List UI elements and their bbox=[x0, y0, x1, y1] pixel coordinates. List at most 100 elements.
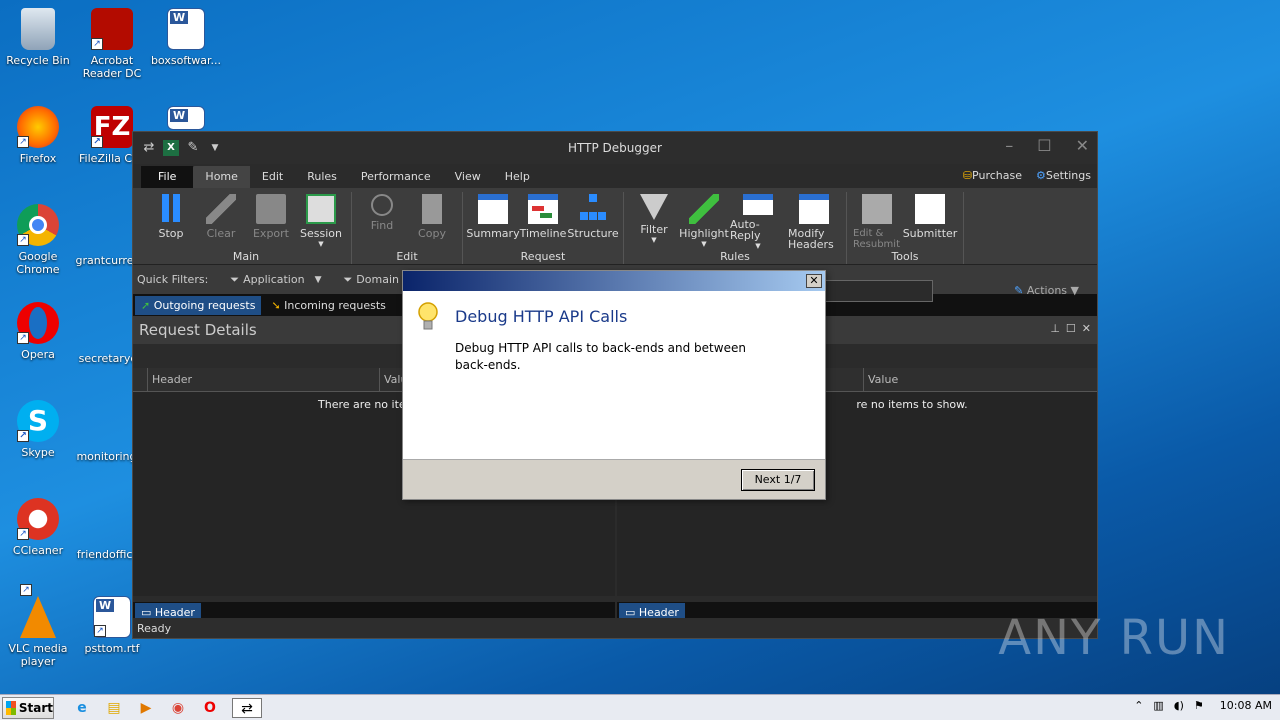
submitter-button[interactable]: Submitter bbox=[903, 192, 957, 252]
timeline-button[interactable]: Timeline bbox=[519, 192, 567, 252]
ribbon-group-label: Tools bbox=[891, 250, 919, 263]
copy-button[interactable]: Copy bbox=[408, 192, 456, 252]
find-button[interactable]: Find bbox=[358, 192, 406, 252]
filter-button[interactable]: Filter ▼ bbox=[630, 192, 678, 252]
submitter-icon bbox=[915, 194, 945, 224]
http-debugger-task-icon[interactable]: ⇄ bbox=[232, 697, 262, 718]
search-input[interactable] bbox=[823, 280, 933, 302]
menu-file[interactable]: File bbox=[141, 166, 194, 188]
minimize-icon[interactable]: – bbox=[1005, 136, 1013, 155]
purchase-label: Purchase bbox=[972, 169, 1022, 182]
desktop-icon-ccleaner[interactable]: ↗ CCleaner bbox=[0, 498, 76, 557]
edit-resubmit-icon bbox=[862, 194, 892, 224]
maximize-icon[interactable]: ☐ bbox=[1037, 136, 1051, 155]
word-doc-icon: W bbox=[167, 106, 205, 130]
firefox-icon: ↗ bbox=[17, 106, 59, 148]
tab-home[interactable]: Home bbox=[193, 166, 250, 188]
desktop-icon-vlc[interactable]: ↗ VLC media player bbox=[0, 584, 76, 668]
tab-view[interactable]: View bbox=[443, 166, 493, 188]
session-button[interactable]: Session ▼ bbox=[297, 192, 345, 252]
ribbon-group-main: Stop Clear Export Session ▼ Main bbox=[141, 192, 352, 264]
taskbar-pinned: e ▤ ▶ ◉ O ⇄ bbox=[72, 697, 262, 718]
opera-icon: ↗ bbox=[17, 302, 59, 344]
network-icon[interactable]: ▥ bbox=[1153, 699, 1163, 712]
word-doc-icon: W bbox=[167, 8, 205, 50]
filter-icon: ⏷ bbox=[343, 272, 353, 286]
explorer-icon[interactable]: ▤ bbox=[104, 698, 124, 718]
tab-edit[interactable]: Edit bbox=[250, 166, 295, 188]
domain-filter-dropdown[interactable]: ⏷ Domain bbox=[343, 273, 399, 287]
desktop-icon-recycle-bin[interactable]: Recycle Bin bbox=[0, 8, 76, 67]
opera-icon[interactable]: O bbox=[200, 698, 220, 718]
desktop-icon-label: grantcurren bbox=[75, 254, 141, 267]
tab-performance[interactable]: Performance bbox=[349, 166, 443, 188]
modify-headers-button[interactable]: Modify Headers bbox=[788, 192, 840, 252]
summary-label: Summary bbox=[466, 227, 520, 240]
start-label: Start bbox=[18, 700, 53, 715]
column-header-value[interactable]: Value bbox=[863, 367, 1097, 392]
vlc-icon: ↗ bbox=[20, 584, 56, 638]
purchase-button[interactable]: ⛁Purchase bbox=[963, 169, 1022, 182]
filter-icon bbox=[640, 194, 668, 220]
summary-icon bbox=[478, 194, 508, 224]
taskbar: Start e ▤ ▶ ◉ O ⇄ ⌃ ▥ ◖) ⚑ 10:08 AM bbox=[0, 694, 1280, 720]
settings-button[interactable]: ⚙Settings bbox=[1036, 169, 1091, 182]
next-button[interactable]: Next 1/7 bbox=[741, 469, 815, 491]
close-icon[interactable]: ✕ bbox=[1076, 136, 1089, 155]
desktop-icon-boxsoftware[interactable]: W boxsoftwar... bbox=[148, 8, 224, 67]
maximize-icon[interactable]: ☐ bbox=[1066, 322, 1076, 335]
column-header-header[interactable]: Header bbox=[147, 367, 379, 392]
structure-button[interactable]: Structure bbox=[567, 192, 619, 252]
application-filter-dropdown[interactable]: ⏷ Application ▼ bbox=[230, 273, 321, 287]
dialog-close-button[interactable]: ✕ bbox=[806, 274, 822, 288]
actions-button[interactable]: ✎ Actions ▼ bbox=[1014, 284, 1079, 297]
desktop-icon-label: VLC media player bbox=[8, 642, 68, 668]
desktop-icon-label: friendoffice bbox=[76, 548, 140, 561]
gear-icon: ⚙ bbox=[1036, 169, 1046, 182]
highlight-button[interactable]: Highlight ▼ bbox=[679, 192, 729, 252]
submitter-label: Submitter bbox=[902, 227, 958, 240]
clock[interactable]: 10:08 AM bbox=[1220, 699, 1272, 712]
desktop-icon-opera[interactable]: ↗ Opera bbox=[0, 302, 76, 361]
volume-icon[interactable]: ◖) bbox=[1174, 699, 1184, 712]
clear-button[interactable]: Clear bbox=[197, 192, 245, 252]
export-button[interactable]: Export bbox=[247, 192, 295, 252]
timeline-icon bbox=[528, 194, 558, 224]
find-icon bbox=[371, 194, 393, 216]
word-doc-icon: W ↗ bbox=[93, 596, 131, 638]
desktop-icon-doc2[interactable]: W bbox=[148, 106, 224, 134]
ribbon-group-edit: Find Copy Edit bbox=[352, 192, 463, 264]
tab-rules[interactable]: Rules bbox=[295, 166, 349, 188]
close-icon[interactable]: ✕ bbox=[1082, 322, 1091, 335]
stop-button[interactable]: Stop bbox=[147, 192, 195, 252]
chrome-icon[interactable]: ◉ bbox=[168, 698, 188, 718]
copy-label: Copy bbox=[418, 227, 446, 240]
tray-expand-icon[interactable]: ⌃ bbox=[1134, 699, 1143, 712]
desktop-icon-acrobat[interactable]: ↗ Acrobat Reader DC bbox=[74, 8, 150, 80]
highlighter-icon bbox=[689, 194, 719, 224]
window-title: HTTP Debugger bbox=[568, 141, 662, 155]
title-bar: ⇄ X ✎ ▼ HTTP Debugger – ☐ ✕ bbox=[133, 132, 1097, 164]
auto-reply-icon bbox=[743, 194, 773, 215]
action-center-icon[interactable]: ⚑ bbox=[1194, 699, 1204, 712]
pin-icon[interactable]: ⊥ bbox=[1050, 322, 1060, 335]
system-tray: ⌃ ▥ ◖) ⚑ 10:08 AM bbox=[1134, 699, 1272, 712]
desktop-icon-skype[interactable]: S ↗ Skype bbox=[0, 400, 76, 459]
tab-help[interactable]: Help bbox=[493, 166, 542, 188]
auto-reply-button[interactable]: Auto-Reply ▼ bbox=[730, 192, 786, 252]
tab-label: Incoming requests bbox=[284, 298, 386, 312]
start-button[interactable]: Start bbox=[2, 696, 54, 719]
ie-icon[interactable]: e bbox=[72, 698, 92, 718]
request-details-title: Request Details bbox=[139, 321, 257, 339]
dialog-title: Debug HTTP API Calls bbox=[455, 307, 628, 326]
dialog-title-bar: ✕ bbox=[403, 271, 825, 291]
windows-logo-icon bbox=[6, 700, 16, 715]
edit-resubmit-button[interactable]: Edit & Resubmit bbox=[853, 192, 901, 252]
ribbon-group-request: Summary Timeline Structure Request bbox=[463, 192, 624, 264]
media-player-icon[interactable]: ▶ bbox=[136, 698, 156, 718]
tab-outgoing-requests[interactable]: ➚ Outgoing requests bbox=[135, 295, 262, 315]
desktop-icon-chrome[interactable]: ↗ Google Chrome bbox=[0, 204, 76, 276]
summary-button[interactable]: Summary bbox=[466, 192, 520, 252]
tab-incoming-requests[interactable]: ➘ Incoming requests bbox=[265, 296, 391, 315]
desktop-icon-firefox[interactable]: ↗ Firefox bbox=[0, 106, 76, 165]
